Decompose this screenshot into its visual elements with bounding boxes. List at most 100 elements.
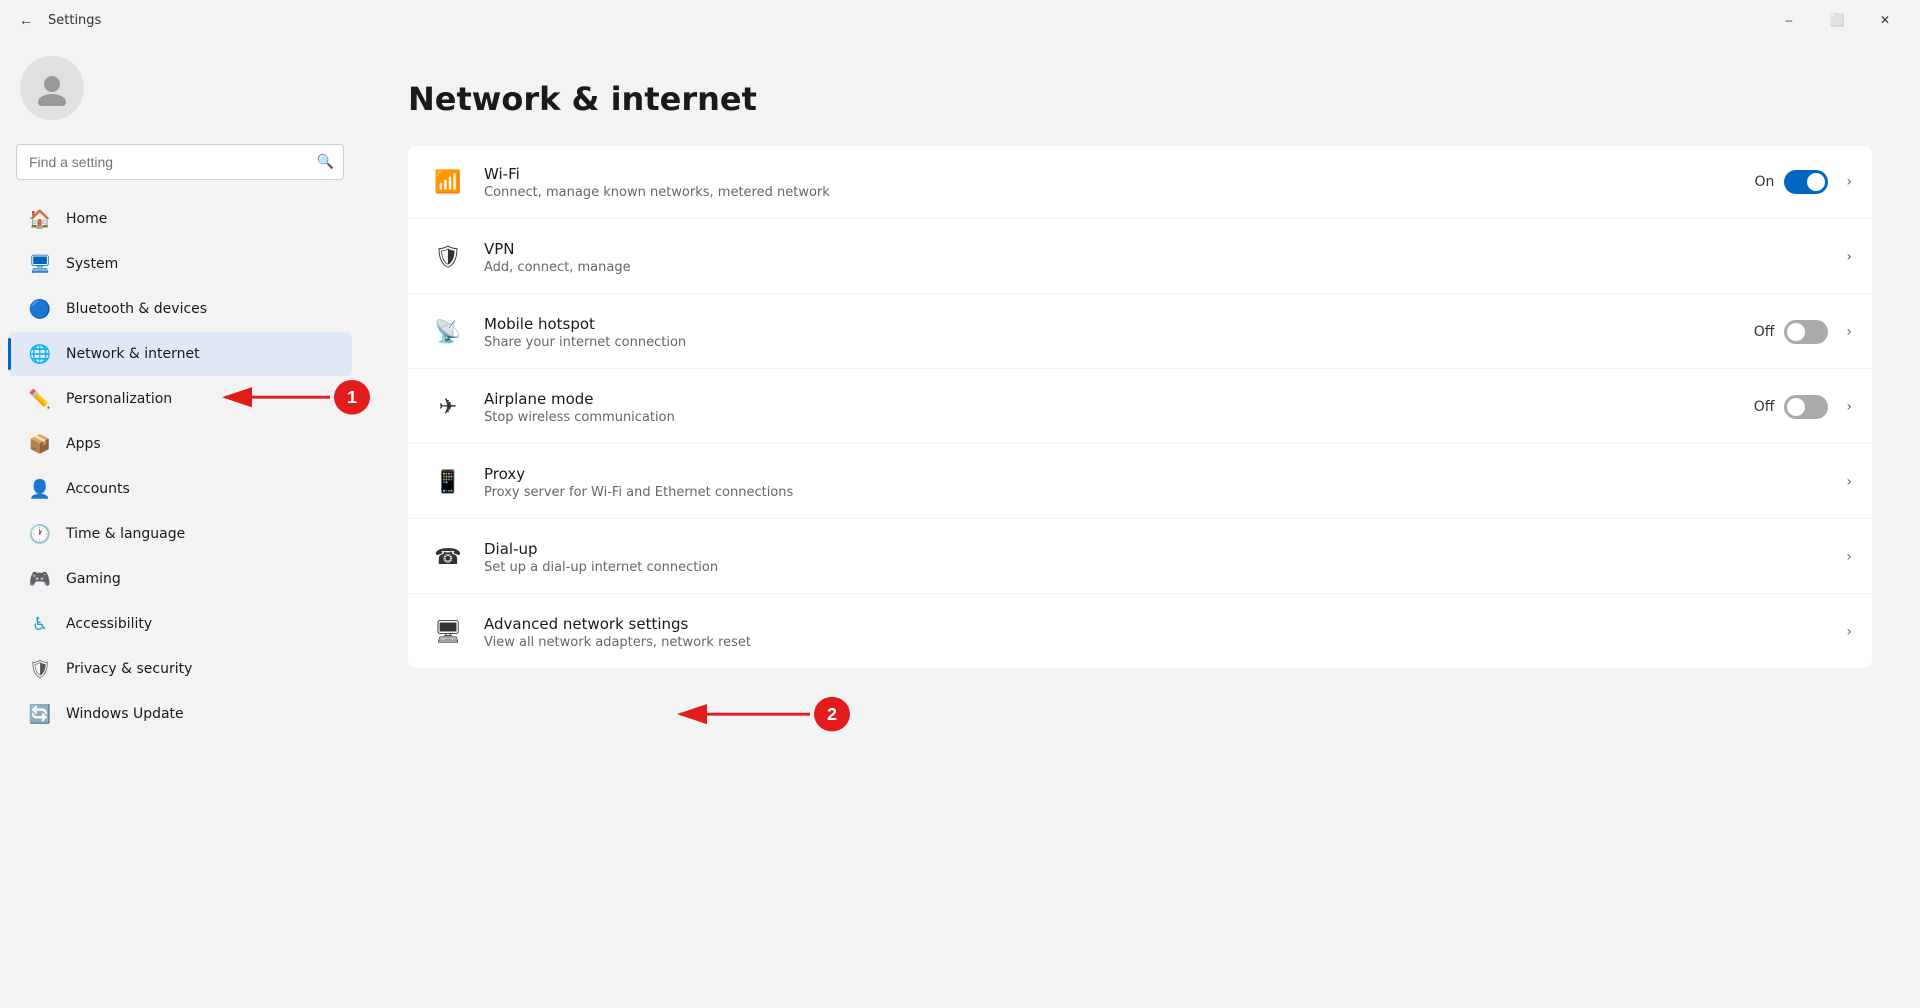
setting-name-vpn: VPN	[484, 240, 1838, 258]
setting-text-dial-up: Dial-up Set up a dial-up internet connect…	[484, 540, 1838, 575]
nav-icon-network: 🌐	[28, 342, 52, 366]
page-title: Network & internet	[408, 80, 1872, 118]
sidebar-item-network[interactable]: 🌐 Network & internet	[8, 332, 352, 376]
sidebar-item-bluetooth[interactable]: 🔵 Bluetooth & devices	[8, 287, 352, 331]
nav-label-home: Home	[66, 211, 107, 227]
minimize-button[interactable]: –	[1766, 4, 1812, 36]
chevron-icon-vpn: ›	[1846, 249, 1852, 265]
setting-control-dial-up: ›	[1838, 549, 1852, 565]
nav-icon-time: 🕐	[28, 522, 52, 546]
setting-icon-proxy: 📱	[428, 462, 468, 502]
sidebar-item-windows-update[interactable]: 🔄Windows Update	[8, 692, 352, 736]
setting-icon-airplane-mode: ✈	[428, 387, 468, 427]
toggle-label-airplane-mode: Off	[1754, 399, 1775, 415]
toggle-airplane-mode[interactable]	[1784, 395, 1828, 419]
sidebar-item-time[interactable]: 🕐 Time & language	[8, 512, 352, 556]
setting-item-dial-up[interactable]: ☎ Dial-up Set up a dial-up internet connec…	[408, 521, 1872, 594]
nav-label-apps: Apps	[66, 436, 101, 452]
nav-icon-accessibility: ♿	[28, 612, 52, 636]
setting-text-advanced-network: Advanced network settings View all networ…	[484, 615, 1838, 650]
setting-item-wifi[interactable]: 📶 Wi-Fi Connect, manage known networks, me…	[408, 146, 1872, 219]
search-box: 🔍	[16, 144, 344, 180]
setting-text-vpn: VPN Add, connect, manage	[484, 240, 1838, 275]
sidebar-item-system[interactable]: 🖥 System	[8, 242, 352, 286]
nav-label-personalization: Personalization	[66, 391, 172, 407]
setting-item-advanced-network[interactable]: 🖥 Advanced network settings View all netwo…	[408, 596, 1872, 668]
titlebar: ← Settings – ⬜ ✕	[0, 0, 1920, 40]
setting-control-advanced-network: ›	[1838, 624, 1852, 640]
nav-icon-privacy: 🛡	[28, 657, 52, 681]
avatar	[20, 56, 84, 120]
setting-desc-airplane-mode: Stop wireless communication	[484, 410, 1754, 425]
nav-label-accessibility: Accessibility	[66, 616, 152, 632]
setting-desc-mobile-hotspot: Share your internet connection	[484, 335, 1754, 350]
setting-desc-vpn: Add, connect, manage	[484, 260, 1838, 275]
chevron-icon-advanced-network: ›	[1846, 624, 1852, 640]
nav-icon-system: 🖥	[28, 252, 52, 276]
content-area: Network & internet 📶 Wi-Fi Connect, manage…	[360, 40, 1920, 1008]
search-icon: 🔍	[317, 154, 334, 170]
setting-name-mobile-hotspot: Mobile hotspot	[484, 315, 1754, 333]
setting-desc-advanced-network: View all network adapters, network reset	[484, 635, 1838, 650]
toggle-wifi[interactable]	[1784, 170, 1828, 194]
toggle-mobile-hotspot[interactable]	[1784, 320, 1828, 344]
back-button[interactable]: ←	[12, 6, 40, 34]
setting-text-airplane-mode: Airplane mode Stop wireless communication	[484, 390, 1754, 425]
setting-name-proxy: Proxy	[484, 465, 1838, 483]
setting-control-wifi: On›	[1754, 170, 1852, 194]
setting-name-wifi: Wi-Fi	[484, 165, 1754, 183]
setting-name-advanced-network: Advanced network settings	[484, 615, 1838, 633]
nav-icon-accounts: 👤	[28, 477, 52, 501]
setting-icon-mobile-hotspot: 📡	[428, 312, 468, 352]
setting-desc-proxy: Proxy server for Wi-Fi and Ethernet conn…	[484, 485, 1838, 500]
nav-label-privacy: Privacy & security	[66, 661, 192, 677]
setting-text-wifi: Wi-Fi Connect, manage known networks, met…	[484, 165, 1754, 200]
setting-name-dial-up: Dial-up	[484, 540, 1838, 558]
search-input[interactable]	[16, 144, 344, 180]
setting-desc-dial-up: Set up a dial-up internet connection	[484, 560, 1838, 575]
nav-icon-windows-update: 🔄	[28, 702, 52, 726]
setting-icon-advanced-network: 🖥	[428, 612, 468, 652]
setting-text-proxy: Proxy Proxy server for Wi-Fi and Ethernet…	[484, 465, 1838, 500]
maximize-button[interactable]: ⬜	[1814, 4, 1860, 36]
setting-icon-dial-up: ☎	[428, 537, 468, 577]
setting-control-vpn: ›	[1838, 249, 1852, 265]
window-controls: – ⬜ ✕	[1766, 4, 1908, 36]
toggle-label-wifi: On	[1754, 174, 1774, 190]
close-button[interactable]: ✕	[1862, 4, 1908, 36]
chevron-icon-proxy: ›	[1846, 474, 1852, 490]
setting-text-mobile-hotspot: Mobile hotspot Share your internet connec…	[484, 315, 1754, 350]
sidebar-item-accessibility[interactable]: ♿ Accessibility	[8, 602, 352, 646]
setting-item-vpn[interactable]: 🛡 VPN Add, connect, manage ›	[408, 221, 1872, 294]
setting-control-mobile-hotspot: Off ›	[1754, 320, 1852, 344]
setting-name-airplane-mode: Airplane mode	[484, 390, 1754, 408]
setting-item-proxy[interactable]: 📱 Proxy Proxy server for Wi-Fi and Etherne…	[408, 446, 1872, 519]
nav-icon-gaming: 🎮	[28, 567, 52, 591]
nav-icon-personalization: ✏️	[28, 387, 52, 411]
sidebar-item-home[interactable]: 🏠Home	[8, 197, 352, 241]
chevron-icon-airplane-mode: ›	[1846, 399, 1852, 415]
sidebar: 🔍 🏠Home 🖥 System 🔵 Bluetooth & devices 🌐 Netwo…	[0, 40, 360, 1008]
nav-label-accounts: Accounts	[66, 481, 130, 497]
sidebar-item-personalization[interactable]: ✏️ Personalization	[8, 377, 352, 421]
sidebar-item-accounts[interactable]: 👤 Accounts	[8, 467, 352, 511]
setting-desc-wifi: Connect, manage known networks, metered …	[484, 185, 1754, 200]
setting-item-mobile-hotspot[interactable]: 📡 Mobile hotspot Share your internet conne…	[408, 296, 1872, 369]
user-section	[0, 40, 360, 136]
toggle-label-mobile-hotspot: Off	[1754, 324, 1775, 340]
sidebar-item-apps[interactable]: 📦Apps	[8, 422, 352, 466]
setting-control-airplane-mode: Off ›	[1754, 395, 1852, 419]
sidebar-item-privacy[interactable]: 🛡 Privacy & security	[8, 647, 352, 691]
chevron-icon-mobile-hotspot: ›	[1846, 324, 1852, 340]
setting-item-airplane-mode[interactable]: ✈ Airplane mode Stop wireless communicatio…	[408, 371, 1872, 444]
nav-label-system: System	[66, 256, 118, 272]
nav-label-bluetooth: Bluetooth & devices	[66, 301, 207, 317]
nav-icon-bluetooth: 🔵	[28, 297, 52, 321]
setting-control-proxy: ›	[1838, 474, 1852, 490]
setting-icon-wifi: 📶	[428, 162, 468, 202]
sidebar-item-gaming[interactable]: 🎮 Gaming	[8, 557, 352, 601]
nav-label-network: Network & internet	[66, 346, 200, 362]
nav-label-gaming: Gaming	[66, 571, 121, 587]
nav-label-time: Time & language	[66, 526, 185, 542]
setting-icon-vpn: 🛡	[428, 237, 468, 277]
